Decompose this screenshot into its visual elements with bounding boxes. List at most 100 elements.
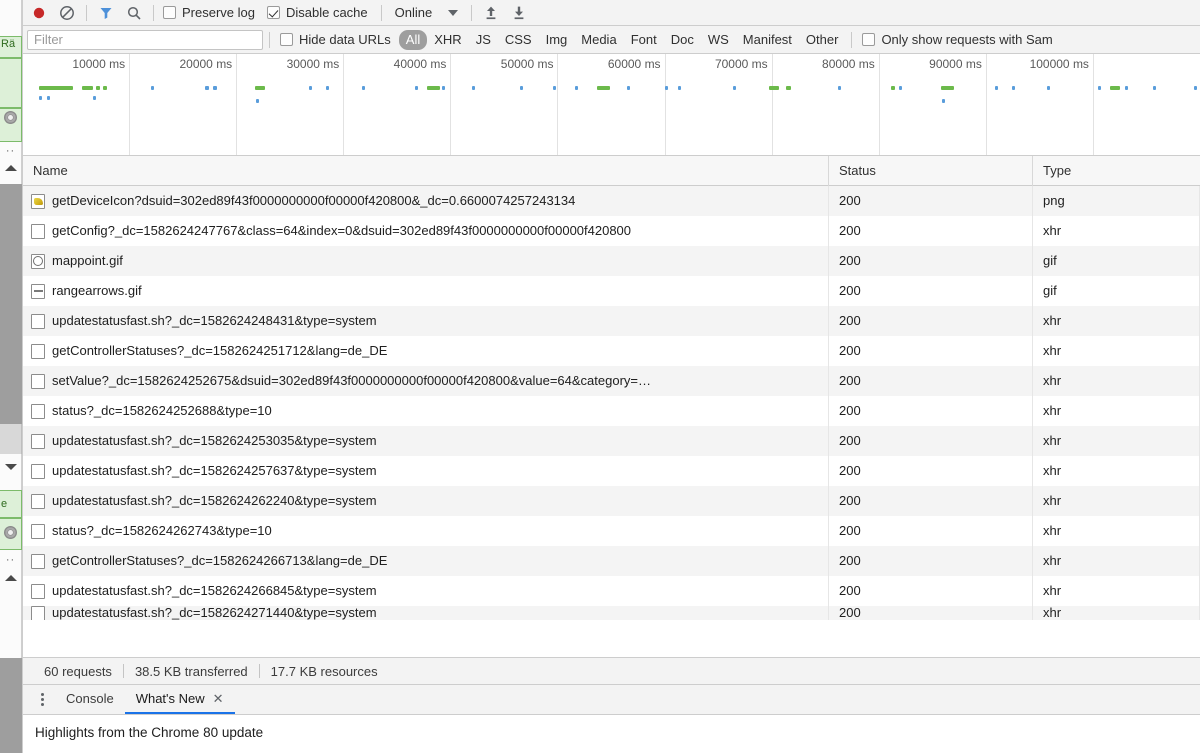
request-name: status?_dc=1582624252688&type=10 [52,403,272,418]
document-file-icon [31,606,45,620]
timeline-bar [309,86,312,90]
timeline-bar [326,86,329,90]
table-row[interactable]: status?_dc=1582624252688&type=10 200 xhr [23,396,1200,426]
samesite-label: Only show requests with Sam [881,32,1053,47]
timeline-bar [899,86,902,90]
filter-icon[interactable] [92,1,120,25]
timeline-bar [362,86,365,90]
timeline-bar [255,86,265,90]
more-options-icon[interactable] [29,687,55,713]
gear-icon [4,111,17,124]
table-row[interactable]: setValue?_dc=1582624252675&dsuid=302ed89… [23,366,1200,396]
table-row[interactable]: status?_dc=1582624262743&type=10 200 xhr [23,516,1200,546]
bg-label: e [0,490,22,518]
document-file-icon [31,343,45,359]
throttling-dropdown[interactable]: Online [387,1,467,25]
filter-type-other[interactable]: Other [799,30,846,50]
drawer-tab-console[interactable]: Console [55,685,125,714]
cell-name: setValue?_dc=1582624252675&dsuid=302ed89… [23,366,829,396]
arrows-file-icon [31,283,45,299]
network-summary-bar: 60 requests 38.5 KB transferred 17.7 KB … [23,657,1200,685]
checkbox-box [280,33,293,46]
filter-type-img[interactable]: Img [539,30,575,50]
summary-requests: 60 requests [44,663,112,679]
table-row[interactable]: getConfig?_dc=1582624247767&class=64&ind… [23,216,1200,246]
cell-name: updatestatusfast.sh?_dc=1582624257637&ty… [23,456,829,486]
filter-type-ws[interactable]: WS [701,30,736,50]
export-har-icon[interactable] [505,1,533,25]
cell-name: getControllerStatuses?_dc=1582624266713&… [23,546,829,576]
table-row[interactable]: mappoint.gif 200 gif [23,246,1200,276]
checkbox-box-checked [266,6,280,19]
column-header-status[interactable]: Status [829,156,1033,186]
import-har-icon[interactable] [477,1,505,25]
cell-name: updatestatusfast.sh?_dc=1582624271440&ty… [23,606,829,620]
close-icon[interactable]: ✕ [213,692,224,705]
preserve-log-checkbox[interactable]: Preserve log [159,1,263,25]
cell-name: status?_dc=1582624252688&type=10 [23,396,829,426]
network-requests-table: Name Status Type getDeviceIcon?dsuid=302… [23,156,1200,657]
filter-type-all[interactable]: All [398,29,428,50]
filter-type-doc[interactable]: Doc [664,30,701,50]
cell-status: 200 [829,216,1033,246]
timeline-bar [627,86,630,90]
table-row[interactable]: updatestatusfast.sh?_dc=1582624271440&ty… [23,606,1200,620]
cell-name: updatestatusfast.sh?_dc=1582624248431&ty… [23,306,829,336]
toolbar-divider [471,4,473,21]
hide-data-urls-checkbox[interactable]: Hide data URLs [276,28,399,52]
document-file-icon [31,403,45,419]
timeline-bar [93,96,96,100]
devtools-drawer: Console What's New ✕ Highlights from the… [23,685,1200,753]
timeline-bar [39,96,42,100]
filter-type-font[interactable]: Font [624,30,664,50]
disable-cache-checkbox[interactable]: Disable cache [263,1,376,25]
cell-type: xhr [1033,516,1200,546]
table-row[interactable]: updatestatusfast.sh?_dc=1582624253035&ty… [23,426,1200,456]
toolbar-divider [86,4,87,21]
drawer-tab-whats-new[interactable]: What's New ✕ [124,685,235,714]
devtools-network-panel: Preserve log Disable cache Online Filter… [22,0,1200,753]
cell-name: getConfig?_dc=1582624247767&class=64&ind… [23,216,829,246]
filter-input[interactable] [27,29,263,50]
table-row[interactable]: getDeviceIcon?dsuid=302ed89f43f000000000… [23,186,1200,216]
request-name: getControllerStatuses?_dc=1582624266713&… [52,553,388,568]
cell-status: 200 [829,456,1033,486]
cell-type: xhr [1033,576,1200,606]
filter-type-media[interactable]: Media [574,30,623,50]
cell-type: png [1033,186,1200,216]
cell-status: 200 [829,186,1033,216]
table-row[interactable]: rangearrows.gif 200 gif [23,276,1200,306]
request-name: updatestatusfast.sh?_dc=1582624271440&ty… [52,606,377,620]
bg-scroll-thumb[interactable] [0,184,22,424]
bg-label: Rä [0,36,22,58]
column-header-name[interactable]: Name [23,156,829,186]
document-file-icon [31,523,45,539]
search-icon[interactable] [120,1,148,25]
document-file-icon [31,313,45,329]
table-row[interactable]: getControllerStatuses?_dc=1582624251712&… [23,336,1200,366]
table-row[interactable]: getControllerStatuses?_dc=1582624266713&… [23,546,1200,576]
filter-type-xhr[interactable]: XHR [427,30,468,50]
filter-type-manifest[interactable]: Manifest [736,30,799,50]
samesite-checkbox[interactable]: Only show requests with Sam [858,28,1060,52]
bg-scroll-thumb[interactable] [0,658,22,753]
timeline-bar [39,86,73,90]
document-file-icon [31,433,45,449]
cell-name: status?_dc=1582624262743&type=10 [23,516,829,546]
table-row[interactable]: updatestatusfast.sh?_dc=1582624257637&ty… [23,456,1200,486]
timeline-bar [786,86,791,90]
record-button[interactable] [25,1,53,25]
table-row[interactable]: updatestatusfast.sh?_dc=1582624266845&ty… [23,576,1200,606]
filter-type-css[interactable]: CSS [498,30,539,50]
table-row[interactable]: updatestatusfast.sh?_dc=1582624262240&ty… [23,486,1200,516]
cell-status: 200 [829,426,1033,456]
drawer-content: Highlights from the Chrome 80 update [23,715,1200,753]
timeline-bar [82,86,93,90]
table-row[interactable]: updatestatusfast.sh?_dc=1582624248431&ty… [23,306,1200,336]
cell-type: xhr [1033,366,1200,396]
filter-type-js[interactable]: JS [469,30,498,50]
column-header-type[interactable]: Type [1033,156,1200,186]
clear-icon[interactable] [53,1,81,25]
triangle-up-icon [4,575,17,581]
network-overview-timeline[interactable]: 10000 ms 20000 ms 30000 ms 40000 ms 50000 ms… [23,54,1200,156]
